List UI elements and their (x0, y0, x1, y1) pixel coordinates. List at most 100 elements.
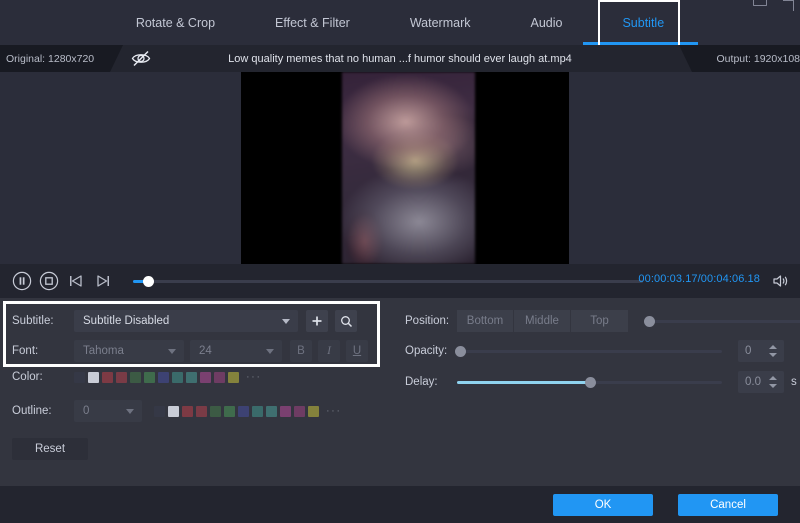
video-preview-area (0, 72, 800, 264)
outline-swatch[interactable] (238, 406, 249, 417)
outline-row: Outline: 0 ··· (12, 400, 342, 422)
color-swatch[interactable] (130, 372, 141, 383)
opacity-row: Opacity: 0 (405, 340, 784, 362)
tab-rotate-crop[interactable]: Rotate & Crop (106, 0, 245, 45)
outline-more-button[interactable]: ··· (326, 405, 342, 417)
chevron-down-icon (168, 349, 176, 354)
original-resolution-chip: Original: 1280x720 (0, 45, 110, 72)
position-row: Position: Bottom Middle Top (405, 310, 800, 332)
position-slider-handle[interactable] (644, 316, 655, 327)
next-frame-icon[interactable] (93, 271, 113, 291)
position-bottom-button[interactable]: Bottom (457, 310, 514, 332)
color-swatch[interactable] (186, 372, 197, 383)
outline-swatch[interactable] (294, 406, 305, 417)
position-label: Position: (405, 315, 457, 327)
color-swatch[interactable] (214, 372, 225, 383)
tab-effect-filter[interactable]: Effect & Filter (245, 0, 380, 45)
color-swatch[interactable] (102, 372, 113, 383)
subtitle-select[interactable]: Subtitle Disabled (74, 310, 298, 332)
volume-icon[interactable] (772, 273, 790, 289)
dialog-footer: OK Cancel (0, 486, 800, 523)
delay-slider[interactable] (457, 381, 722, 384)
outline-swatch[interactable] (252, 406, 263, 417)
pause-icon[interactable] (12, 271, 32, 291)
previous-frame-icon[interactable] (66, 271, 86, 291)
delay-slider-handle[interactable] (585, 377, 596, 388)
outline-swatch[interactable] (154, 406, 165, 417)
playback-buttons (12, 271, 113, 291)
output-resolution-chip: Output: 1920x108 (692, 45, 800, 72)
outline-swatch[interactable] (210, 406, 221, 417)
font-label: Font: (12, 345, 74, 357)
search-icon (340, 315, 353, 328)
tab-subtitle[interactable]: Subtitle (592, 0, 694, 45)
color-swatch[interactable] (200, 372, 211, 383)
position-slider[interactable] (646, 320, 800, 323)
color-more-button[interactable]: ··· (246, 371, 262, 383)
add-subtitle-button[interactable] (306, 310, 328, 332)
ok-button[interactable]: OK (553, 494, 653, 516)
eye-off-icon[interactable] (130, 48, 152, 69)
chevron-down-icon (282, 319, 290, 324)
outline-swatch[interactable] (266, 406, 277, 417)
outline-swatch[interactable] (224, 406, 235, 417)
outline-label: Outline: (12, 405, 74, 417)
tab-watermark[interactable]: Watermark (380, 0, 501, 45)
color-row: Color: ··· (12, 371, 262, 383)
color-swatch[interactable] (116, 372, 127, 383)
opacity-value: 0 (745, 345, 751, 357)
cancel-button[interactable]: Cancel (678, 494, 778, 516)
chevron-down-icon (126, 409, 134, 414)
chevron-down-icon (266, 349, 274, 354)
search-subtitle-button[interactable] (335, 310, 357, 332)
seek-bar[interactable] (133, 280, 643, 283)
delay-unit-label: s (791, 376, 797, 388)
delay-row: Delay: 0.0 s (405, 371, 797, 393)
outline-width-select[interactable]: 0 (74, 400, 142, 422)
font-size-select[interactable]: 24 (190, 340, 282, 362)
opacity-stepper[interactable]: 0 (738, 340, 784, 362)
font-family-select[interactable]: Tahoma (74, 340, 184, 362)
video-editor-window: Rotate & Crop Effect & Filter Watermark … (0, 0, 800, 523)
outline-swatch[interactable] (182, 406, 193, 417)
delay-label: Delay: (405, 376, 457, 388)
bold-button[interactable]: B (290, 340, 312, 362)
color-swatch[interactable] (158, 372, 169, 383)
italic-button[interactable]: I (318, 340, 340, 362)
position-top-button[interactable]: Top (571, 310, 628, 332)
position-middle-button[interactable]: Middle (514, 310, 571, 332)
color-swatch[interactable] (88, 372, 99, 383)
video-content (342, 72, 475, 264)
stop-icon[interactable] (39, 271, 59, 291)
tab-bar: Rotate & Crop Effect & Filter Watermark … (0, 0, 800, 45)
stepper-up-icon[interactable] (769, 345, 777, 349)
color-swatch[interactable] (172, 372, 183, 383)
subtitle-settings-panel: Subtitle: Subtitle Disabled Font: (0, 298, 800, 486)
video-frame[interactable] (241, 72, 569, 264)
opacity-label: Opacity: (405, 345, 457, 357)
opacity-slider[interactable] (457, 350, 722, 353)
outline-swatch[interactable] (196, 406, 207, 417)
tab-audio[interactable]: Audio (500, 0, 592, 45)
color-swatch[interactable] (74, 372, 85, 383)
font-family-value: Tahoma (83, 345, 124, 357)
position-segmented-control: Bottom Middle Top (457, 310, 628, 332)
outline-swatch[interactable] (168, 406, 179, 417)
reset-button[interactable]: Reset (12, 438, 88, 460)
outline-swatch[interactable] (308, 406, 319, 417)
color-swatch[interactable] (144, 372, 155, 383)
color-swatch[interactable] (228, 372, 239, 383)
output-resolution-label: Output: 1920x108 (717, 53, 800, 65)
opacity-slider-handle[interactable] (455, 346, 466, 357)
stepper-up-icon[interactable] (769, 376, 777, 380)
stepper-down-icon[interactable] (769, 353, 777, 357)
outline-swatch[interactable] (280, 406, 291, 417)
delay-stepper[interactable]: 0.0 (738, 371, 784, 393)
seek-handle[interactable] (143, 276, 154, 287)
plus-icon (311, 315, 323, 327)
timecode-label: 00:00:03.17/00:04:06.18 (638, 273, 760, 285)
player-control-bar: 00:00:03.17/00:04:06.18 (0, 264, 800, 298)
color-swatch-list: ··· (74, 371, 262, 383)
stepper-down-icon[interactable] (769, 384, 777, 388)
underline-button[interactable]: U (346, 340, 368, 362)
